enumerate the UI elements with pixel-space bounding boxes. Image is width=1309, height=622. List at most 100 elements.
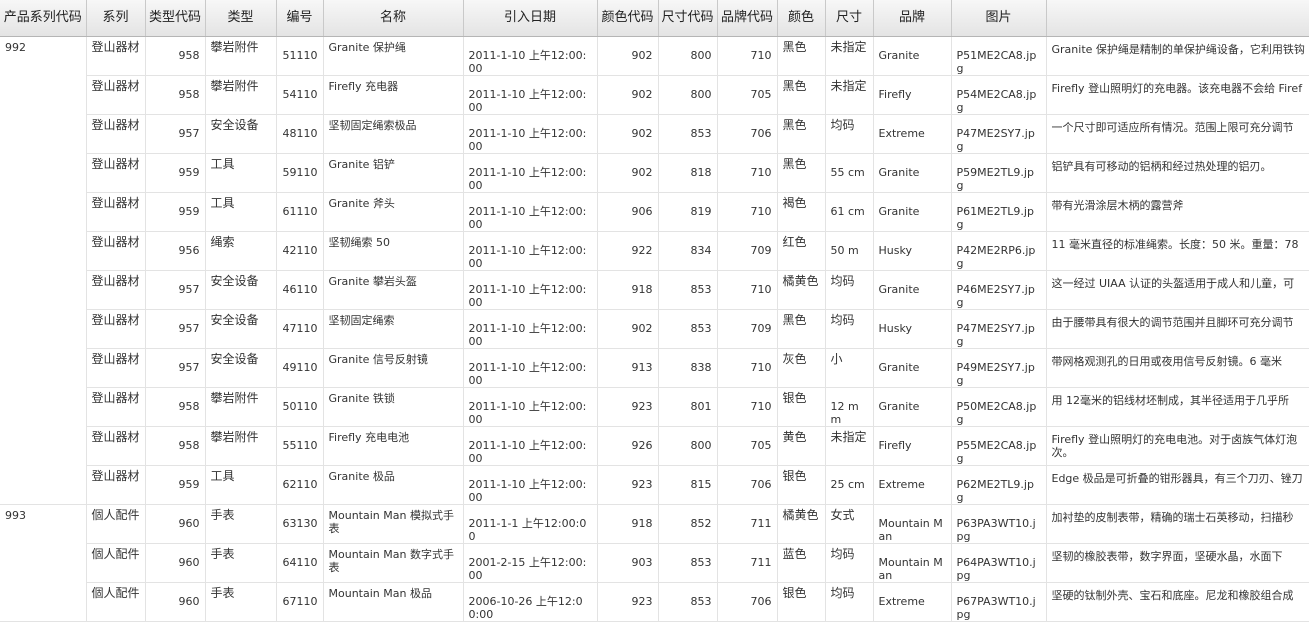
color-cell: 黑色 bbox=[777, 309, 825, 348]
brand-cell: Firefly bbox=[873, 75, 951, 114]
table-row[interactable]: 登山器材958攀岩附件50110Granite 铁锁2011-1-10 上午12… bbox=[0, 387, 1309, 426]
description-cell: 带网格观测孔的日用或夜用信号反射镜。6 毫米 bbox=[1046, 348, 1309, 387]
column-header-description[interactable] bbox=[1046, 0, 1309, 36]
color-cell: 黑色 bbox=[777, 36, 825, 75]
size-cell: 61 cm bbox=[825, 192, 873, 231]
size-cell: 均码 bbox=[825, 270, 873, 309]
intro-date-cell: 2001-2-15 上午12:00:00 bbox=[463, 543, 597, 582]
type-code-cell: 957 bbox=[145, 309, 205, 348]
brand-code-cell: 710 bbox=[717, 153, 777, 192]
name-cell: Granite 铝铲 bbox=[323, 153, 463, 192]
brand-code-cell: 710 bbox=[717, 348, 777, 387]
name-cell: Mountain Man 极品 bbox=[323, 582, 463, 621]
number-cell: 47110 bbox=[276, 309, 323, 348]
table-row[interactable]: 992登山器材958攀岩附件51110Granite 保护绳2011-1-10 … bbox=[0, 36, 1309, 75]
image-cell: P64PA3WT10.jpg bbox=[951, 543, 1046, 582]
intro-date-cell: 2011-1-10 上午12:00:00 bbox=[463, 309, 597, 348]
image-cell: P62ME2TL9.jpg bbox=[951, 465, 1046, 504]
series-cell: 登山器材 bbox=[86, 387, 145, 426]
name-cell: Granite 保护绳 bbox=[323, 36, 463, 75]
table-row[interactable]: 登山器材959工具62110Granite 极品2011-1-10 上午12:0… bbox=[0, 465, 1309, 504]
image-cell: P51ME2CA8.jpg bbox=[951, 36, 1046, 75]
column-header-type[interactable]: 类型 bbox=[205, 0, 276, 36]
type-cell: 手表 bbox=[205, 543, 276, 582]
column-header-number[interactable]: 编号 bbox=[276, 0, 323, 36]
size-code-cell: 852 bbox=[658, 504, 717, 543]
column-header-brand-code[interactable]: 品牌代码 bbox=[717, 0, 777, 36]
size-cell: 55 cm bbox=[825, 153, 873, 192]
table-row[interactable]: 登山器材957安全设备47110坚韧固定绳索2011-1-10 上午12:00:… bbox=[0, 309, 1309, 348]
size-cell: 25 cm bbox=[825, 465, 873, 504]
product-line-code-cell bbox=[0, 348, 86, 387]
color-code-cell: 902 bbox=[597, 114, 658, 153]
table-row[interactable]: 個人配件960手表67110Mountain Man 极品2006-10-26 … bbox=[0, 582, 1309, 621]
column-header-color[interactable]: 颜色 bbox=[777, 0, 825, 36]
size-cell: 均码 bbox=[825, 543, 873, 582]
table-row[interactable]: 個人配件960手表64110Mountain Man 数字式手表2001-2-1… bbox=[0, 543, 1309, 582]
type-code-cell: 957 bbox=[145, 270, 205, 309]
column-header-color-code[interactable]: 颜色代码 bbox=[597, 0, 658, 36]
header-row: 产品系列代码 系列 类型代码 类型 编号 名称 引入日期 颜色代码 尺寸代码 品… bbox=[0, 0, 1309, 36]
table-row[interactable]: 登山器材959工具59110Granite 铝铲2011-1-10 上午12:0… bbox=[0, 153, 1309, 192]
series-cell: 登山器材 bbox=[86, 348, 145, 387]
table-row[interactable]: 登山器材959工具61110Granite 斧头2011-1-10 上午12:0… bbox=[0, 192, 1309, 231]
image-cell: P49ME2SY7.jpg bbox=[951, 348, 1046, 387]
table-row[interactable]: 登山器材957安全设备48110坚韧固定绳索极品2011-1-10 上午12:0… bbox=[0, 114, 1309, 153]
number-cell: 59110 bbox=[276, 153, 323, 192]
table-row[interactable]: 993個人配件960手表63130Mountain Man 模拟式手表2011-… bbox=[0, 504, 1309, 543]
brand-cell: Mountain Man bbox=[873, 504, 951, 543]
number-cell: 67110 bbox=[276, 582, 323, 621]
column-header-brand[interactable]: 品牌 bbox=[873, 0, 951, 36]
table-row[interactable]: 登山器材957安全设备49110Granite 信号反射镜2011-1-10 上… bbox=[0, 348, 1309, 387]
description-line: Firefly 登山照明灯的充电电池。对于卤族气体灯泡 bbox=[1052, 433, 1309, 446]
number-cell: 42110 bbox=[276, 231, 323, 270]
color-code-cell: 918 bbox=[597, 270, 658, 309]
intro-date-cell: 2011-1-10 上午12:00:00 bbox=[463, 387, 597, 426]
table-row[interactable]: 登山器材958攀岩附件54110Firefly 充电器2011-1-10 上午1… bbox=[0, 75, 1309, 114]
number-cell: 63130 bbox=[276, 504, 323, 543]
table-row[interactable]: 登山器材958攀岩附件55110Firefly 充电电池2011-1-10 上午… bbox=[0, 426, 1309, 465]
brand-cell: Granite bbox=[873, 387, 951, 426]
size-cell: 小 bbox=[825, 348, 873, 387]
product-line-code-cell bbox=[0, 153, 86, 192]
intro-date-cell: 2006-10-26 上午12:00:00 bbox=[463, 582, 597, 621]
color-code-cell: 923 bbox=[597, 582, 658, 621]
product-line-code-cell bbox=[0, 270, 86, 309]
table-row[interactable]: 登山器材956绳索42110坚韧绳索 502011-1-10 上午12:00:0… bbox=[0, 231, 1309, 270]
type-code-cell: 958 bbox=[145, 426, 205, 465]
column-header-product-line-code[interactable]: 产品系列代码 bbox=[0, 0, 86, 36]
series-cell: 登山器材 bbox=[86, 270, 145, 309]
column-header-size-code[interactable]: 尺寸代码 bbox=[658, 0, 717, 36]
intro-date-cell: 2011-1-10 上午12:00:00 bbox=[463, 270, 597, 309]
type-cell: 攀岩附件 bbox=[205, 426, 276, 465]
color-cell: 橘黄色 bbox=[777, 270, 825, 309]
column-header-series[interactable]: 系列 bbox=[86, 0, 145, 36]
column-header-intro-date[interactable]: 引入日期 bbox=[463, 0, 597, 36]
brand-code-cell: 705 bbox=[717, 75, 777, 114]
intro-date-cell: 2011-1-10 上午12:00:00 bbox=[463, 465, 597, 504]
color-cell: 褐色 bbox=[777, 192, 825, 231]
size-code-cell: 853 bbox=[658, 114, 717, 153]
color-cell: 银色 bbox=[777, 465, 825, 504]
column-header-name[interactable]: 名称 bbox=[323, 0, 463, 36]
series-cell: 登山器材 bbox=[86, 465, 145, 504]
table-row[interactable]: 登山器材957安全设备46110Granite 攀岩头盔2011-1-10 上午… bbox=[0, 270, 1309, 309]
series-cell: 登山器材 bbox=[86, 192, 145, 231]
type-code-cell: 960 bbox=[145, 504, 205, 543]
brand-cell: Granite bbox=[873, 36, 951, 75]
type-code-cell: 958 bbox=[145, 75, 205, 114]
column-header-size[interactable]: 尺寸 bbox=[825, 0, 873, 36]
intro-date-cell: 2011-1-10 上午12:00:00 bbox=[463, 426, 597, 465]
size-code-cell: 838 bbox=[658, 348, 717, 387]
column-header-type-code[interactable]: 类型代码 bbox=[145, 0, 205, 36]
number-cell: 62110 bbox=[276, 465, 323, 504]
type-code-cell: 959 bbox=[145, 153, 205, 192]
column-header-image[interactable]: 图片 bbox=[951, 0, 1046, 36]
color-code-cell: 926 bbox=[597, 426, 658, 465]
type-code-cell: 959 bbox=[145, 192, 205, 231]
name-cell: Granite 铁锁 bbox=[323, 387, 463, 426]
type-cell: 手表 bbox=[205, 582, 276, 621]
color-cell: 银色 bbox=[777, 387, 825, 426]
size-code-cell: 853 bbox=[658, 309, 717, 348]
type-cell: 工具 bbox=[205, 465, 276, 504]
